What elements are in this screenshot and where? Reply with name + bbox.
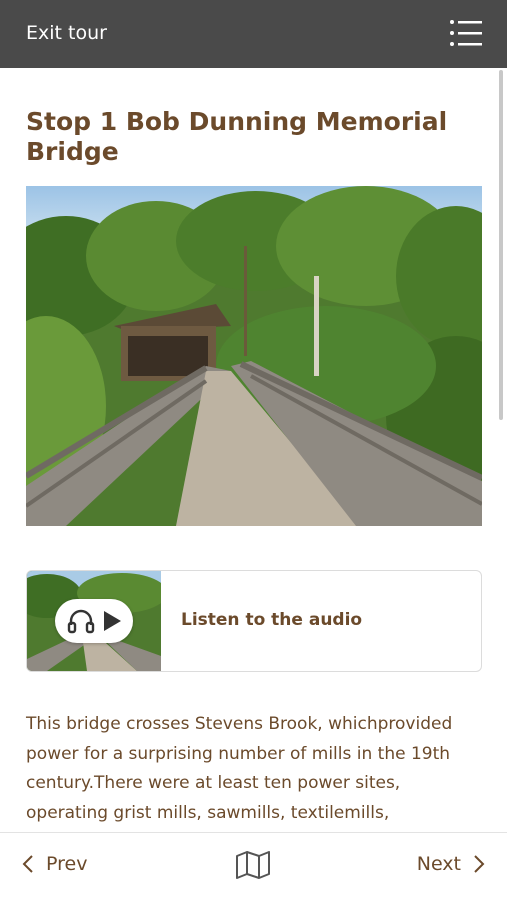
scrollbar[interactable] xyxy=(499,70,503,420)
top-bar: Exit tour xyxy=(0,0,507,68)
audio-play-button[interactable] xyxy=(55,599,133,643)
chevron-left-icon xyxy=(22,855,33,873)
tour-content[interactable]: Stop 1 Bob Dunning Memorial Bridge Liste… xyxy=(0,68,500,832)
bridge-photo xyxy=(26,186,482,526)
stop-title: Stop 1 Bob Dunning Memorial Bridge xyxy=(26,107,448,166)
headphones-icon xyxy=(67,609,95,634)
next-label: Next xyxy=(416,853,461,875)
chevron-right-icon xyxy=(474,855,485,873)
bottom-nav: Prev Next xyxy=(0,832,507,901)
listen-audio-label[interactable]: Listen to the audio xyxy=(181,610,362,630)
play-icon xyxy=(104,611,121,631)
exit-tour-button[interactable]: Exit tour xyxy=(26,22,107,44)
prev-label: Prev xyxy=(46,853,88,875)
stop-description: This bridge crosses Stevens Brook, which… xyxy=(26,714,453,823)
audio-player-card[interactable]: Listen to the audio xyxy=(26,570,482,672)
prev-button[interactable]: Prev xyxy=(22,853,87,875)
list-menu-icon[interactable] xyxy=(446,17,486,51)
map-icon[interactable] xyxy=(235,851,271,883)
next-button[interactable]: Next xyxy=(417,853,485,875)
